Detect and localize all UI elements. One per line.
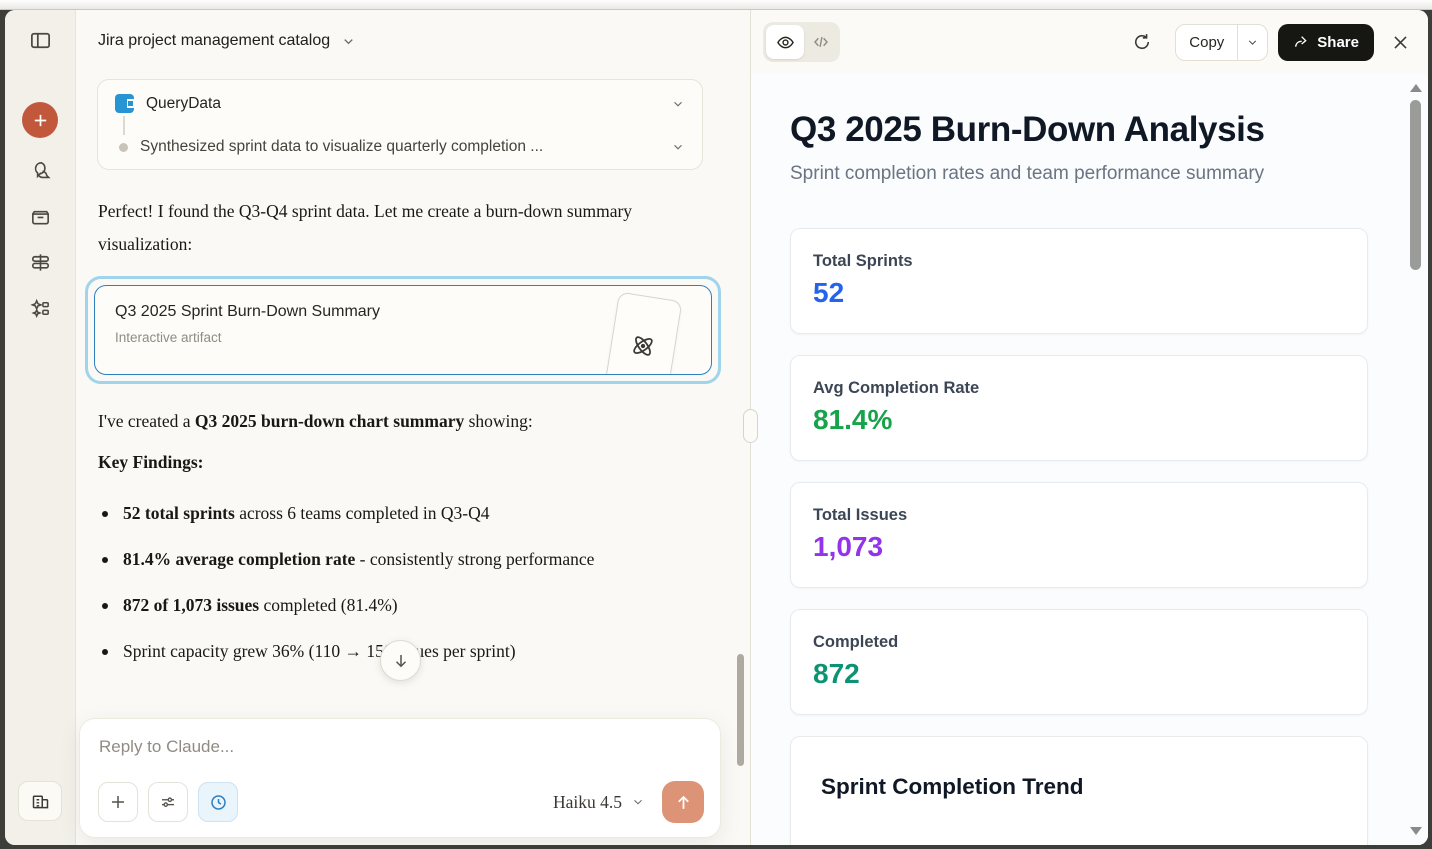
share-button-label: Share <box>1317 34 1359 51</box>
chat-panel: Jira project management catalog QueryDat… <box>76 10 751 845</box>
scroll-to-bottom-button[interactable] <box>380 640 421 681</box>
sprint-trend-title: Sprint Completion Trend <box>821 774 1337 800</box>
finding-item: 81.4% average completion rate - consiste… <box>98 543 633 576</box>
finding-bold: 872 of 1,073 issues <box>123 595 259 615</box>
artifact-card[interactable]: Q3 2025 Sprint Burn-Down Summary Interac… <box>94 285 712 375</box>
organization-button[interactable] <box>18 781 62 821</box>
tool-step-row[interactable]: Synthesized sprint data to visualize qua… <box>115 138 685 156</box>
conversation-title: Jira project management catalog <box>98 32 330 50</box>
artifacts-icon[interactable] <box>20 242 60 282</box>
scrollbar-up-arrow[interactable] <box>1410 84 1422 92</box>
tool-step-summary: Synthesized sprint data to visualize qua… <box>140 138 671 156</box>
stat-label: Total Sprints <box>813 252 1345 271</box>
sidebar-nav <box>20 150 60 328</box>
copy-split-button: Copy <box>1175 24 1268 61</box>
message-composer: Haiku 4.5 <box>79 718 721 838</box>
chats-icon[interactable] <box>20 150 60 190</box>
finding-item: 52 total sprints across 6 teams complete… <box>98 497 633 530</box>
artifact-content: Q3 2025 Burn-Down Analysis Sprint comple… <box>751 74 1428 845</box>
created-prefix: I've created a <box>98 411 195 431</box>
chat-scrollbar-thumb[interactable] <box>737 654 744 766</box>
reply-input[interactable] <box>98 735 704 781</box>
assistant-message-intro: Perfect! I found the Q3-Q4 sprint data. … <box>98 195 643 261</box>
finding-rest: - consistently strong performance <box>355 549 594 569</box>
finding-rest: across 6 teams completed in Q3-Q4 <box>235 503 490 523</box>
scrollbar-down-arrow[interactable] <box>1410 827 1422 835</box>
refresh-icon[interactable] <box>1132 32 1152 52</box>
artifact-subtitle: Sprint completion rates and team perform… <box>790 163 1428 185</box>
projects-icon[interactable] <box>20 196 60 236</box>
sidebar <box>5 10 76 845</box>
sprint-trend-card: Sprint Completion Trend <box>790 736 1368 845</box>
composer-toolbar: Haiku 4.5 <box>98 781 704 823</box>
key-findings-heading: Key Findings: <box>98 452 703 473</box>
artifact-title: Q3 2025 Burn-Down Analysis <box>790 110 1428 150</box>
stat-label: Total Issues <box>813 506 1345 525</box>
tool-header-row[interactable]: QueryData <box>115 94 685 113</box>
view-mode-toggle <box>763 22 840 62</box>
finding-rest: Sprint capacity grew 36% (110 → 150 issu… <box>123 641 516 661</box>
tool-step-connector <box>123 116 125 135</box>
copy-dropdown-chevron-icon[interactable] <box>1238 24 1267 61</box>
created-suffix: showing: <box>464 411 533 431</box>
tools-button[interactable] <box>148 782 188 822</box>
created-bold: Q3 2025 burn-down chart summary <box>195 411 464 431</box>
tool-name: QueryData <box>146 95 671 113</box>
artifact-card-title: Q3 2025 Sprint Burn-Down Summary <box>115 303 691 321</box>
claude-app-window: Jira project management catalog QueryDat… <box>5 10 1428 845</box>
model-name: Haiku 4.5 <box>553 792 622 813</box>
stat-value-1: 81.4% <box>813 404 1345 436</box>
skills-icon[interactable] <box>20 288 60 328</box>
share-button[interactable]: Share <box>1278 24 1374 61</box>
stat-card-completed: Completed 872 <box>790 609 1368 715</box>
copy-button[interactable]: Copy <box>1176 34 1237 51</box>
close-icon[interactable] <box>1391 33 1410 52</box>
tool-use-card: QueryData Synthesized sprint data to vis… <box>97 79 703 170</box>
chevron-down-icon <box>631 795 645 809</box>
artifact-scrollbar <box>1407 78 1425 841</box>
conversation-title-dropdown[interactable]: Jira project management catalog <box>76 10 750 50</box>
finding-bold: 81.4% average completion rate <box>123 549 355 569</box>
chevron-down-icon <box>671 140 685 154</box>
artifact-selection-highlight: Q3 2025 Sprint Burn-Down Summary Interac… <box>85 276 721 384</box>
stat-label: Avg Completion Rate <box>813 379 1345 398</box>
chevron-down-icon <box>671 97 685 111</box>
stat-value-3: 872 <box>813 658 1345 690</box>
finding-bold: 52 total sprints <box>123 503 235 523</box>
finding-rest: completed (81.4%) <box>259 595 398 615</box>
model-selector[interactable]: Haiku 4.5 <box>553 792 645 813</box>
assistant-message-created: I've created a Q3 2025 burn-down chart s… <box>98 405 643 438</box>
stat-card-total-issues: Total Issues 1,073 <box>790 482 1368 588</box>
finding-item: 872 of 1,073 issues completed (81.4%) <box>98 589 633 622</box>
new-chat-button[interactable] <box>22 102 58 138</box>
stat-value-0: 52 <box>813 277 1345 309</box>
querydata-logo-icon <box>115 94 134 113</box>
chevron-down-icon <box>341 34 356 49</box>
code-view-button[interactable] <box>804 25 837 59</box>
attach-button[interactable] <box>98 782 138 822</box>
artifact-viewer-panel: Copy Share Q3 2025 Burn-Down Analysis Sp… <box>751 10 1428 845</box>
finding-item: Sprint capacity grew 36% (110 → 150 issu… <box>98 635 633 668</box>
history-button[interactable] <box>198 782 238 822</box>
stat-cards: Total Sprints 52 Avg Completion Rate 81.… <box>790 228 1368 715</box>
stat-card-total-sprints: Total Sprints 52 <box>790 228 1368 334</box>
artifact-viewer-header: Copy Share <box>751 10 1428 74</box>
send-button[interactable] <box>662 781 704 823</box>
window-top-edge <box>0 0 1432 10</box>
preview-view-button[interactable] <box>766 25 804 59</box>
stat-label: Completed <box>813 633 1345 652</box>
panel-resize-handle[interactable] <box>743 409 758 443</box>
stat-value-2: 1,073 <box>813 531 1345 563</box>
sidebar-toggle-icon[interactable] <box>20 20 60 60</box>
stat-card-avg-completion: Avg Completion Rate 81.4% <box>790 355 1368 461</box>
scrollbar-thumb[interactable] <box>1410 100 1421 270</box>
step-dot-icon <box>119 143 128 152</box>
artifact-card-subtitle: Interactive artifact <box>115 330 691 345</box>
